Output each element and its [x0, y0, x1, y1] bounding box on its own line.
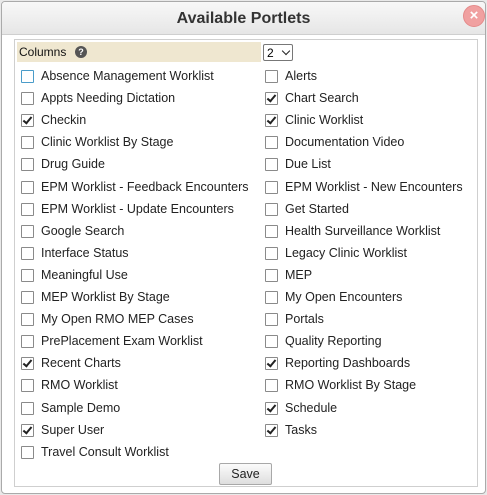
columns-select[interactable]: 2 — [263, 44, 293, 61]
portlet-checkbox[interactable] — [265, 70, 278, 83]
portlet-label: PrePlacement Exam Worklist — [41, 334, 203, 348]
columns-label: Columns — [19, 45, 67, 59]
portlet-label: Drug Guide — [41, 157, 105, 171]
chevron-down-icon — [281, 46, 291, 56]
portlet-label: EPM Worklist - Feedback Encounters — [41, 180, 249, 194]
checkmark-icon — [266, 357, 277, 368]
portlet-checkbox[interactable] — [265, 379, 278, 392]
dialog-titlebar[interactable]: Available Portlets — [2, 2, 485, 35]
portlet-checkbox[interactable] — [21, 379, 34, 392]
portlet-checkbox[interactable] — [21, 291, 34, 304]
portlet-label: Super User — [41, 423, 105, 437]
portlet-label: My Open RMO MEP Cases — [41, 312, 194, 326]
checkmark-icon — [22, 114, 33, 125]
portlet-label: Meaningful Use — [41, 268, 128, 282]
portlet-checkbox[interactable] — [21, 313, 34, 326]
portlet-checkbox[interactable] — [265, 269, 278, 282]
portlet-checkbox[interactable] — [265, 335, 278, 348]
portlet-label: Legacy Clinic Worklist — [285, 246, 408, 260]
portlet-label: Schedule — [285, 401, 338, 415]
portlet-label: MEP — [285, 268, 313, 282]
portlet-label: Quality Reporting — [285, 334, 382, 348]
portlet-label: Portals — [285, 312, 324, 326]
portlet-checkbox[interactable] — [265, 313, 278, 326]
portlet-label: Sample Demo — [41, 401, 121, 415]
portlet-label: Tasks — [285, 423, 317, 437]
portlet-checkbox[interactable] — [265, 203, 278, 216]
columns-select-value: 2 — [267, 46, 274, 60]
portlet-checkbox[interactable] — [21, 335, 34, 348]
portlet-checkbox[interactable] — [21, 158, 34, 171]
portlet-label: Checkin — [41, 113, 87, 127]
portlet-label: Appts Needing Dictation — [41, 91, 176, 105]
portlet-checkbox[interactable] — [21, 225, 34, 238]
portlet-checkbox[interactable] — [21, 357, 34, 370]
portlet-label: Recent Charts — [41, 356, 121, 370]
help-icon[interactable]: ? — [75, 46, 87, 58]
portlet-checkbox[interactable] — [21, 92, 34, 105]
portlet-checkbox[interactable] — [265, 402, 278, 415]
portlet-checkbox[interactable] — [265, 357, 278, 370]
portlet-label: Clinic Worklist By Stage — [41, 135, 174, 149]
checkmark-icon — [266, 92, 277, 103]
portlet-label: Google Search — [41, 224, 125, 238]
portlet-checkbox[interactable] — [265, 114, 278, 127]
save-button[interactable]: Save — [219, 463, 272, 485]
portlet-label: Get Started — [285, 202, 349, 216]
portlet-label: MEP Worklist By Stage — [41, 290, 170, 304]
portlet-label: Alerts — [285, 69, 317, 83]
portlet-list-panel: Columns ? 2 Save Absence Management Work… — [14, 39, 478, 487]
portlet-label: EPM Worklist - New Encounters — [285, 180, 463, 194]
portlet-label: My Open Encounters — [285, 290, 403, 304]
portlet-checkbox[interactable] — [265, 247, 278, 260]
portlet-label: Due List — [285, 157, 331, 171]
portlet-checkbox[interactable] — [265, 136, 278, 149]
portlet-label: Documentation Video — [285, 135, 405, 149]
portlet-checkbox[interactable] — [21, 446, 34, 459]
portlet-checkbox[interactable] — [21, 424, 34, 437]
portlet-checkbox[interactable] — [21, 136, 34, 149]
close-icon[interactable]: × — [463, 5, 485, 27]
portlet-label: Health Surveillance Worklist — [285, 224, 441, 238]
checkmark-icon — [22, 357, 33, 368]
portlet-checkbox[interactable] — [21, 181, 34, 194]
checkmark-icon — [266, 424, 277, 435]
portlet-label: Absence Management Worklist — [41, 69, 214, 83]
portlet-label: Reporting Dashboards — [285, 356, 411, 370]
portlet-checkbox[interactable] — [265, 424, 278, 437]
portlet-label: EPM Worklist - Update Encounters — [41, 202, 234, 216]
portlet-checkbox[interactable] — [265, 181, 278, 194]
portlet-checkbox[interactable] — [265, 158, 278, 171]
available-portlets-dialog: Available Portlets × Columns ? 2 Save Ab… — [1, 1, 486, 494]
portlet-checkbox[interactable] — [265, 291, 278, 304]
portlet-checkbox[interactable] — [21, 269, 34, 282]
checkmark-icon — [266, 402, 277, 413]
portlet-label: Interface Status — [41, 246, 129, 260]
portlet-label: Chart Search — [285, 91, 359, 105]
portlet-label: Clinic Worklist — [285, 113, 364, 127]
portlet-checkbox[interactable] — [21, 402, 34, 415]
columns-setting: Columns ? — [17, 42, 261, 62]
checkmark-icon — [266, 114, 277, 125]
dialog-title: Available Portlets — [176, 10, 311, 27]
portlet-label: Travel Consult Worklist — [41, 445, 169, 459]
portlet-checkbox[interactable] — [21, 70, 34, 83]
portlet-checkbox[interactable] — [21, 247, 34, 260]
portlet-checkbox[interactable] — [21, 114, 34, 127]
portlet-checkbox[interactable] — [265, 225, 278, 238]
portlet-label: RMO Worklist By Stage — [285, 378, 417, 392]
checkmark-icon — [22, 424, 33, 435]
portlet-checkbox[interactable] — [265, 92, 278, 105]
portlet-label: RMO Worklist — [41, 378, 118, 392]
portlet-checkbox[interactable] — [21, 203, 34, 216]
